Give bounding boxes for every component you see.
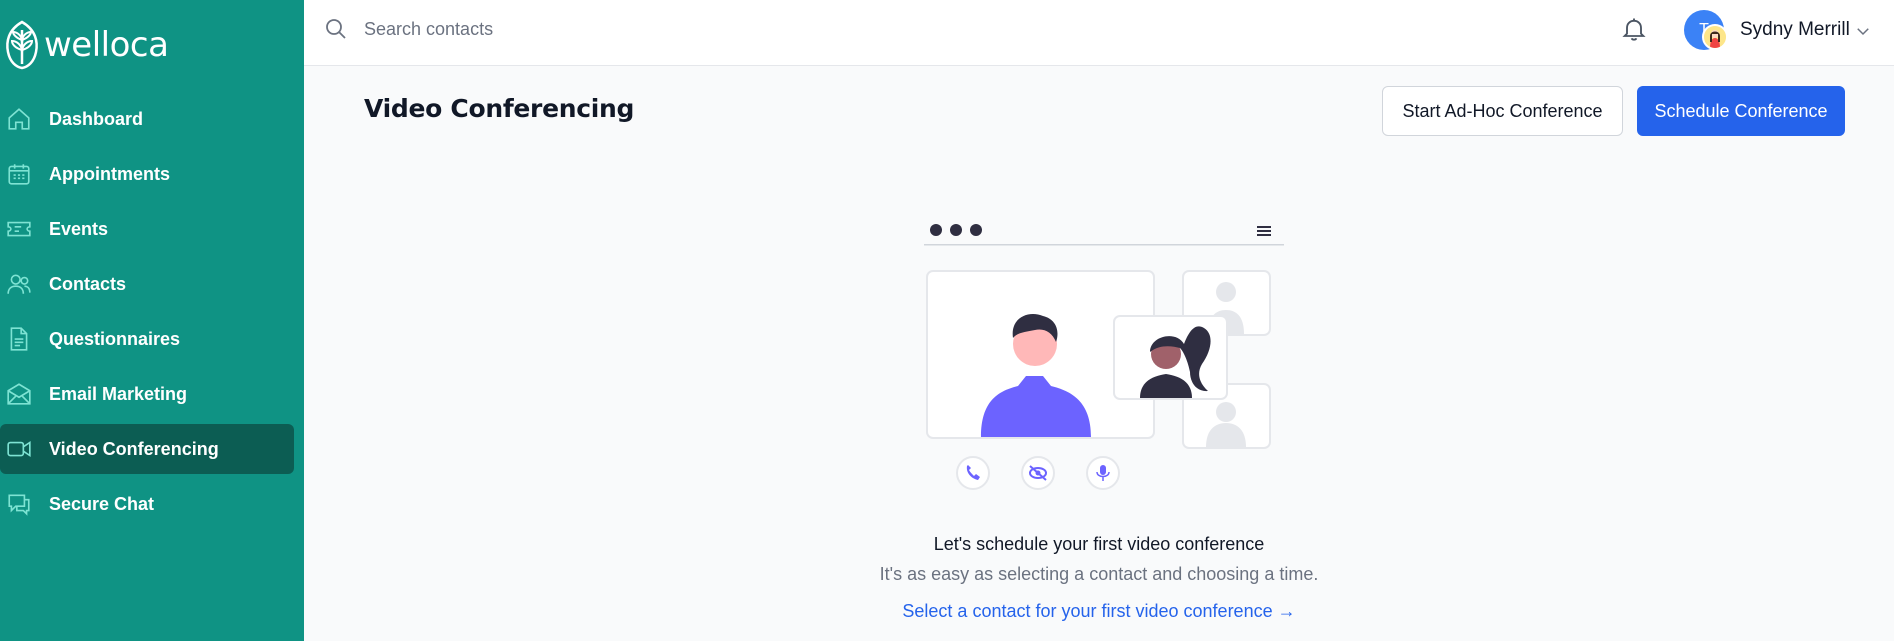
chevron-down-icon[interactable] [1854,22,1872,40]
sidebar-item-questionnaires[interactable]: Questionnaires [0,314,294,364]
sidebar-item-label: Questionnaires [49,328,181,349]
bell-icon[interactable] [1620,14,1648,44]
sidebar-item-secure-chat[interactable]: Secure Chat [0,479,294,529]
video-camera-icon [7,440,31,458]
home-icon [8,108,30,130]
envelope-open-icon [7,383,31,405]
page-title: Video Conferencing [364,94,635,123]
document-icon [10,327,28,351]
users-icon [7,274,31,294]
select-contact-link-text[interactable]: Select a contact for your first video co… [902,601,1295,622]
select-contact-link[interactable]: Select a contact for your first video co… [0,601,1894,622]
sidebar-item-events[interactable]: Events [0,204,294,254]
sidebar-item-dashboard[interactable]: Dashboard [0,94,294,144]
empty-state-subtitle-text: It's as easy as selecting a contact and … [879,564,1319,584]
sidebar-item-label: Email Marketing [49,383,188,404]
sidebar-item-label: Contacts [49,273,127,294]
empty-state-subtitle: It's as easy as selecting a contact and … [0,564,1894,585]
leaf-logo-icon [6,20,38,70]
sidebar-item-label: Secure Chat [49,493,155,514]
avatar-photo [1702,24,1728,50]
sidebar-item-label: Events [49,218,109,239]
sidebar-item-label: Dashboard [49,108,144,129]
start-adhoc-conference-button[interactable]: Start Ad-Hoc Conference [1382,86,1623,136]
user-photo-icon [1704,26,1726,48]
sidebar-item-label: Appointments [49,163,170,184]
brand-logo[interactable]: welloca [4,18,169,72]
chat-icon [8,494,30,516]
empty-state-title: Let's schedule your first video conferen… [0,534,1894,555]
sidebar-item-label: Video Conferencing [49,438,219,459]
ticket-icon [7,221,31,237]
sidebar-item-appointments[interactable]: Appointments [0,149,294,199]
sidebar-nav: Dashboard Appointments Events Contacts Q… [0,94,304,534]
user-name[interactable]: Sydny Merrill [1740,19,1850,41]
search-icon [326,19,346,39]
sidebar-item-contacts[interactable]: Contacts [0,259,294,309]
sidebar-item-video-conferencing[interactable]: Video Conferencing [0,424,294,474]
sidebar-item-email-marketing[interactable]: Email Marketing [0,369,294,419]
empty-state-title-text: Let's schedule your first video conferen… [933,534,1265,554]
brand-name: welloca [44,25,169,65]
search-input[interactable] [364,16,764,42]
video-conference-illustration [924,224,1284,490]
calendar-icon [8,164,30,185]
topbar: T Sydny Merrill [304,0,1894,66]
schedule-conference-button[interactable]: Schedule Conference [1637,86,1845,136]
